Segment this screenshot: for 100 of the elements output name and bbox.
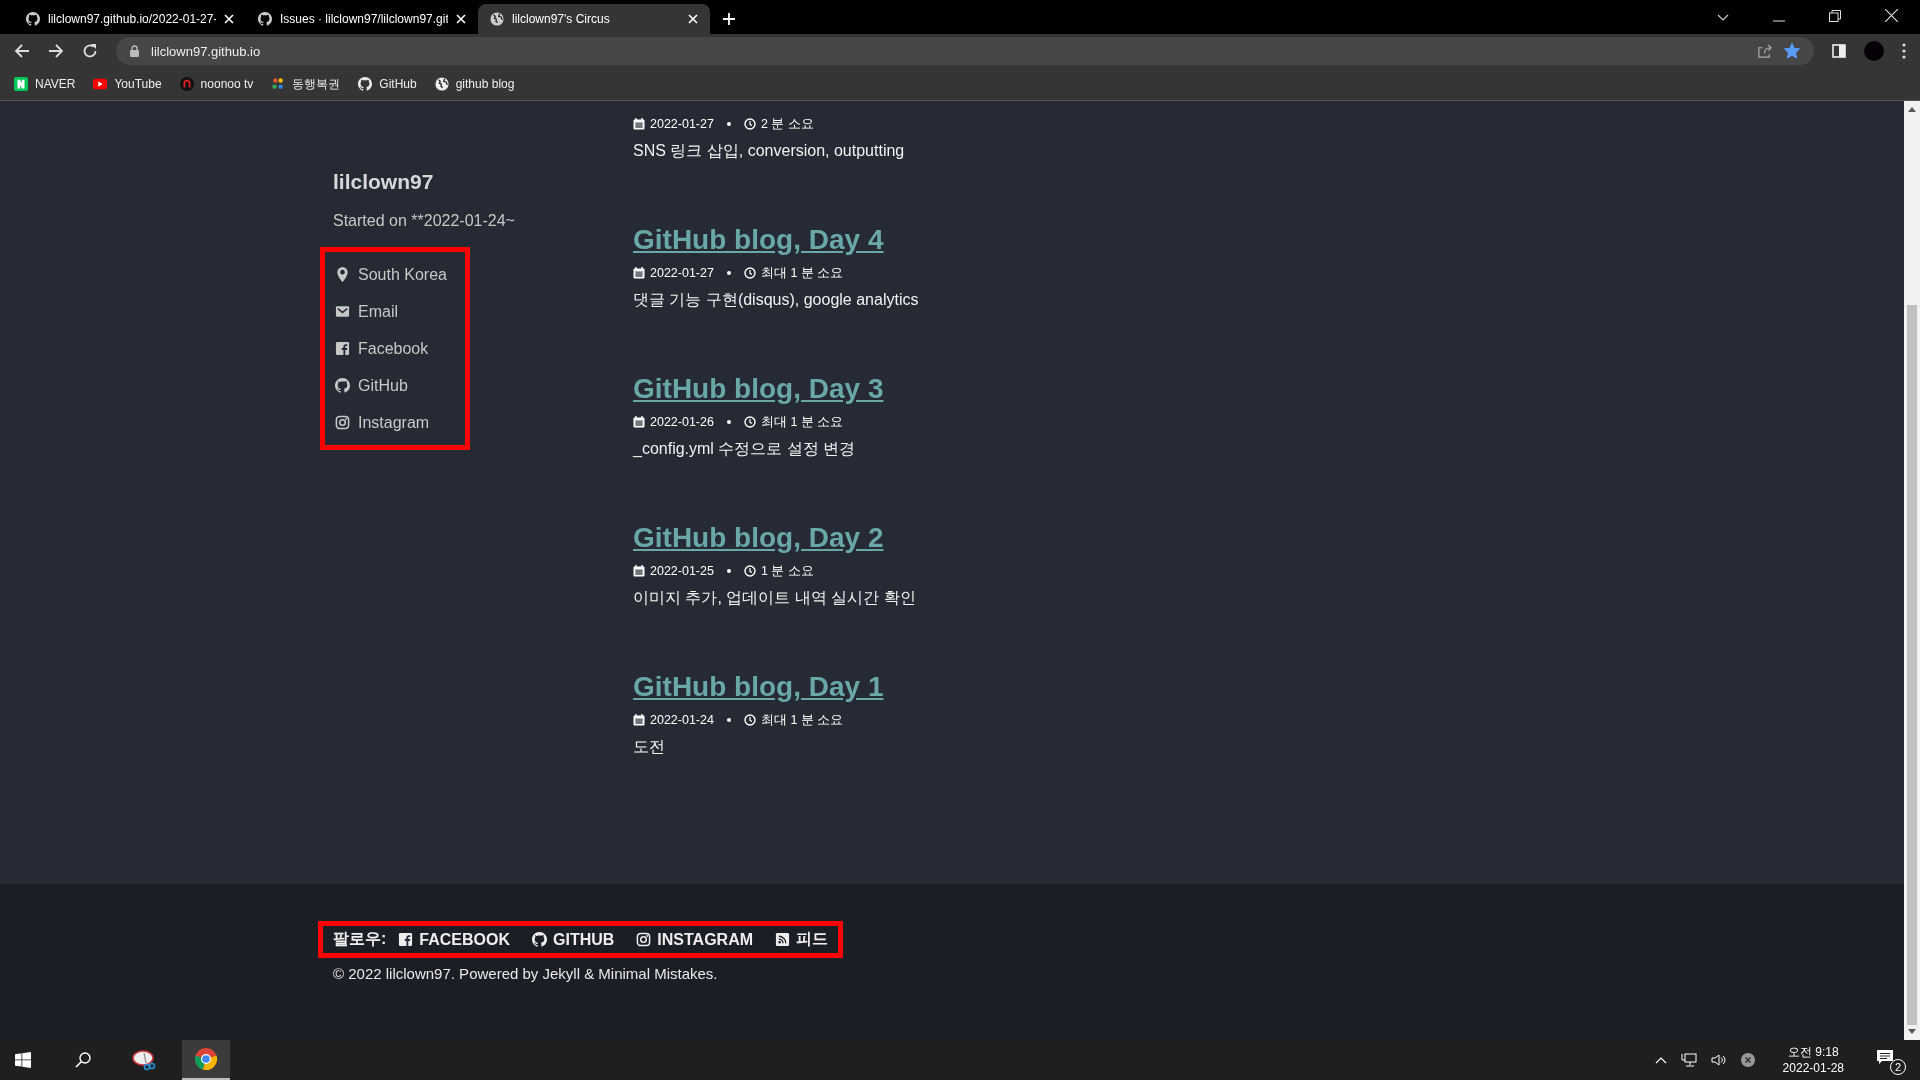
- error-icon[interactable]: [1740, 1053, 1755, 1067]
- social-link[interactable]: FACEBOOK: [398, 930, 510, 949]
- instagram-icon: [335, 415, 350, 430]
- social-link[interactable]: INSTAGRAM: [636, 930, 754, 949]
- post-excerpt: 댓글 기능 구현(disqus), google analytics: [633, 290, 920, 310]
- post-date: 2022-01-26: [650, 415, 714, 429]
- social-link[interactable]: GITHUB: [532, 930, 615, 949]
- scrollbar-thumb[interactable]: [1907, 305, 1917, 1025]
- bookmark[interactable]: YouTube: [93, 77, 162, 91]
- notification-button[interactable]: 2: [1872, 1045, 1906, 1075]
- bookmark[interactable]: 동행복권: [271, 75, 341, 93]
- clock-time: 오전 9:18: [1787, 1044, 1839, 1060]
- clock-date: 2022-01-28: [1782, 1060, 1844, 1076]
- post-title-link[interactable]: GitHub blog, Day 1: [633, 667, 1904, 707]
- browser-tab[interactable]: Issues · lilclown97/lilclown97.git: [246, 4, 478, 34]
- globe-icon: [434, 77, 449, 91]
- browser-tab[interactable]: lilclown97.github.io/2022-01-27-: [14, 4, 246, 34]
- globe-icon: [490, 12, 504, 26]
- clock-icon: [743, 118, 756, 130]
- calendar-icon: [633, 416, 645, 428]
- social-link[interactable]: 피드: [775, 929, 829, 950]
- post-date: 2022-01-24: [650, 713, 714, 727]
- calendar-icon: [633, 565, 645, 577]
- system-clock[interactable]: 오전 9:18 2022-01-28: [1782, 1044, 1844, 1076]
- github-icon: [26, 12, 40, 26]
- chevron-up-icon[interactable]: [1654, 1056, 1667, 1064]
- read-time: 최대 1 분 소요: [760, 413, 844, 431]
- bookmark[interactable]: GitHub: [358, 77, 417, 91]
- separator-dot: [726, 718, 731, 722]
- scissors-icon: [132, 1048, 156, 1072]
- post-title-link[interactable]: GitHub blog, Day 2: [633, 518, 1904, 558]
- tab-title: lilclown97.github.io/2022-01-27-: [48, 12, 216, 26]
- github-icon: [258, 12, 272, 26]
- scroll-up-icon[interactable]: [1908, 107, 1916, 112]
- clock-icon: [743, 416, 756, 428]
- calendar-icon: [633, 267, 645, 279]
- post-excerpt: 이미지 추가, 업데이트 내역 실시간 확인: [633, 588, 917, 608]
- follow-label: 팔로우:: [333, 929, 387, 949]
- github-icon: [532, 932, 547, 947]
- clock-icon: [743, 714, 756, 726]
- scrollbar[interactable]: [1904, 101, 1920, 1040]
- tab-title: lilclown97's Circus: [512, 12, 611, 26]
- volume-icon[interactable]: [1710, 1053, 1727, 1067]
- separator-dot: [726, 420, 731, 424]
- post-title-link[interactable]: GitHub blog, Day 3: [633, 369, 1904, 409]
- taskbar-app[interactable]: [182, 1040, 230, 1080]
- author-name: lilclown97: [333, 169, 435, 195]
- author-link[interactable]: Email: [335, 293, 455, 330]
- bookmark[interactable]: github blog: [434, 77, 515, 91]
- arch-icon: [179, 77, 194, 91]
- close-icon[interactable]: [1885, 9, 1898, 22]
- author-link[interactable]: South Korea: [335, 256, 455, 293]
- clock-icon: [743, 565, 756, 577]
- back-icon[interactable]: [14, 43, 30, 59]
- notification-count: 2: [1890, 1059, 1906, 1075]
- author-link[interactable]: Facebook: [335, 330, 455, 367]
- bookmark[interactable]: noonoo tv: [179, 77, 254, 91]
- calendar-icon: [633, 118, 645, 130]
- copyright-text: © 2022 lilclown97. Powered by Jekyll & Minimal Mistakes.: [333, 965, 719, 982]
- facebook-icon: [335, 341, 350, 356]
- calendar-icon: [633, 714, 645, 726]
- chevron-down-icon[interactable]: [1717, 14, 1729, 22]
- map-pin-icon: [335, 267, 350, 282]
- tab-title: Issues · lilclown97/lilclown97.git: [280, 12, 448, 26]
- post-date: 2022-01-25: [650, 564, 714, 578]
- forward-icon[interactable]: [48, 43, 64, 59]
- lock-icon: [130, 45, 139, 57]
- star-icon[interactable]: [1784, 43, 1800, 59]
- github-icon: [335, 378, 350, 393]
- windows-start-icon[interactable]: [15, 1052, 31, 1068]
- author-link[interactable]: Instagram: [335, 404, 455, 441]
- read-time: 2 분 소요: [760, 115, 814, 133]
- side-panel-icon[interactable]: [1832, 44, 1846, 58]
- instagram-icon: [636, 932, 652, 947]
- read-time: 최대 1 분 소요: [760, 264, 844, 282]
- restore-icon[interactable]: [1829, 10, 1841, 22]
- browser-tab[interactable]: lilclown97's Circus: [478, 4, 710, 34]
- clock-icon: [743, 267, 756, 279]
- post-excerpt: _config.yml 수정으로 설정 변경: [633, 439, 857, 459]
- post-title-link[interactable]: GitHub blog, Day 4: [633, 220, 1904, 260]
- search-icon[interactable]: [75, 1052, 91, 1068]
- url-text: lilclown97.github.io: [151, 43, 261, 59]
- facebook-icon: [398, 932, 414, 947]
- pinwheel-icon: [271, 77, 286, 91]
- address-bar[interactable]: lilclown97.github.io: [116, 37, 1814, 65]
- new-tab-icon[interactable]: [722, 12, 736, 26]
- rss-icon: [775, 932, 791, 947]
- read-time: 최대 1 분 소요: [760, 711, 844, 729]
- play-icon: [93, 77, 108, 91]
- separator-dot: [726, 271, 731, 275]
- scroll-down-icon[interactable]: [1908, 1029, 1916, 1034]
- separator-dot: [726, 569, 731, 573]
- separator-dot: [726, 122, 731, 126]
- network-icon[interactable]: [1680, 1053, 1697, 1067]
- author-link[interactable]: GitHub: [335, 367, 455, 404]
- bookmark[interactable]: NAVER: [14, 77, 76, 91]
- reload-icon[interactable]: [82, 43, 98, 59]
- menu-icon[interactable]: [1902, 43, 1906, 59]
- post-excerpt: 도전: [633, 737, 666, 757]
- share-icon[interactable]: [1757, 43, 1772, 59]
